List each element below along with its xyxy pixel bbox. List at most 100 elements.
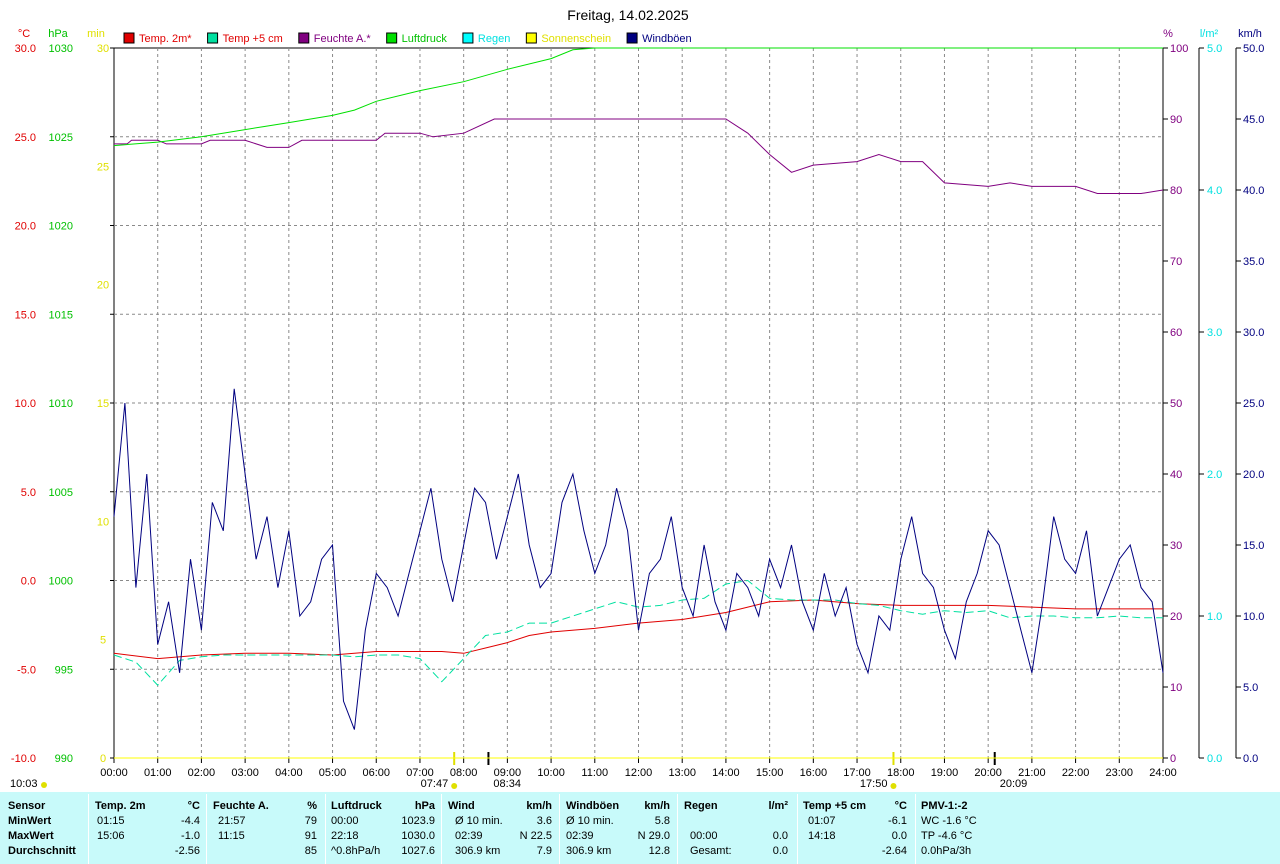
timestamp-label: 10:03 xyxy=(10,778,38,790)
chart-legend: Temp. 2m* Temp +5 cm Feuchte A.* Luftdruck R… xyxy=(123,32,692,45)
temp5cm-time: 01:07 xyxy=(808,815,836,827)
x-tick-label: 05:00 xyxy=(319,767,347,779)
x-tick-label: 18:00 xyxy=(887,767,915,779)
pressure-tick-label: 995 xyxy=(55,664,73,676)
sun-unit-label: min xyxy=(87,28,105,40)
pmv-header: PMV-1:-2 xyxy=(921,800,968,812)
humidity-tick-label: 40 xyxy=(1170,469,1182,481)
table-separator xyxy=(677,794,678,864)
humidity-tick-label: 0 xyxy=(1170,753,1176,765)
wind-tick-label: 30.0 xyxy=(1243,327,1264,339)
chart-grid xyxy=(113,47,1164,759)
sun-tick-label: 10 xyxy=(97,516,109,528)
legend-label: Temp. 2m* xyxy=(139,33,192,45)
pressure-tick-label: 990 xyxy=(55,753,73,765)
gusts-time: Ø 10 min. xyxy=(566,815,614,827)
pmv-value: 0.0hPa/3h xyxy=(921,845,972,857)
wind-tick-label: 40.0 xyxy=(1243,185,1264,197)
pressure-tick-label: 1000 xyxy=(49,576,73,588)
legend-label: Regen xyxy=(478,33,510,45)
x-tick-label: 15:00 xyxy=(756,767,784,779)
x-tick-label: 02:00 xyxy=(188,767,216,779)
legend-label: Temp +5 cm xyxy=(223,33,283,45)
sun-tick-label: 25 xyxy=(97,161,109,173)
humidity-value: 85 xyxy=(304,845,317,857)
table-separator xyxy=(325,794,326,864)
pressure-unit-label: hPa xyxy=(48,28,68,40)
wind-tick-label: 5.0 xyxy=(1243,682,1258,694)
temp-tick-label: 0.0 xyxy=(21,576,36,588)
sun-tick-label: 30 xyxy=(97,43,109,55)
sun-dot xyxy=(451,783,458,789)
x-tick-label: 11:00 xyxy=(581,767,608,779)
humidity-tick-label: 30 xyxy=(1170,540,1182,552)
x-tick-label: 20:00 xyxy=(974,767,1002,779)
pressure-tick-label: 1020 xyxy=(49,221,73,233)
sun-tick-label: 0 xyxy=(100,753,106,765)
wind-tick-label: 45.0 xyxy=(1243,114,1264,126)
legend-swatch xyxy=(207,32,219,44)
pressure-tick-label: 1030 xyxy=(49,43,73,55)
sun-dot xyxy=(890,783,897,789)
legend-swatch xyxy=(626,32,638,44)
x-tick-label: 23:00 xyxy=(1106,767,1134,779)
x-tick-label: 19:00 xyxy=(931,767,959,779)
humidity-tick-label: 50 xyxy=(1170,398,1182,410)
temp5cm-time: 14:18 xyxy=(808,830,836,842)
gusts-value: 12.8 xyxy=(648,845,670,857)
temp-tick-label: 10.0 xyxy=(15,398,36,410)
x-tick-label: 10:00 xyxy=(537,767,565,779)
temp2m-value: -2.56 xyxy=(174,845,200,857)
wind-tick-label: 15.0 xyxy=(1243,540,1264,552)
x-tick-label: 03:00 xyxy=(231,767,259,779)
rain-unit: l/m² xyxy=(768,800,788,812)
temp5cm-value: -6.1 xyxy=(888,815,907,827)
sun-tick-label: 20 xyxy=(97,280,109,292)
rain-value: 0.0 xyxy=(772,830,788,842)
wind-tick-label: 35.0 xyxy=(1243,256,1264,268)
rain-tick-label: 5.0 xyxy=(1207,43,1222,55)
x-tick-label: 12:00 xyxy=(625,767,653,779)
humidity-tick-label: 10 xyxy=(1170,682,1182,694)
pressure-header: Luftdruck xyxy=(331,800,382,812)
legend-swatch xyxy=(525,32,537,44)
humidity-value: 91 xyxy=(304,830,317,842)
gusts-time: 306.9 km xyxy=(566,845,612,857)
legend-label: Windböen xyxy=(642,33,692,45)
wind-unit-label: km/h xyxy=(1238,28,1262,40)
rain-header: Regen xyxy=(684,800,718,812)
table-separator xyxy=(441,794,442,864)
gusts-value: N 29.0 xyxy=(637,830,670,842)
legend-label: Luftdruck xyxy=(402,33,448,45)
table-separator xyxy=(915,794,916,864)
temp5cm-value: 0.0 xyxy=(891,830,907,842)
table-separator xyxy=(797,794,798,864)
rain-time: Gesamt: xyxy=(690,845,732,857)
row-label-avg: Durchschnitt xyxy=(8,845,76,857)
legend-swatch xyxy=(386,32,398,44)
x-tick-label: 14:00 xyxy=(712,767,740,779)
humidity-tick-label: 80 xyxy=(1170,185,1182,197)
pressure-tick-label: 1005 xyxy=(49,487,73,499)
x-tick-label: 00:00 xyxy=(100,767,128,779)
temp2m-time: 15:06 xyxy=(97,830,125,842)
gusts-value: 5.8 xyxy=(654,815,670,827)
pressure-value: 1030.0 xyxy=(401,830,435,842)
pressure-tick-label: 1010 xyxy=(49,398,73,410)
humidity-tick-label: 90 xyxy=(1170,114,1182,126)
x-tick-label: 06:00 xyxy=(362,767,390,779)
pmv-value: TP -4.6 °C xyxy=(921,830,973,842)
pressure-value: 1027.6 xyxy=(401,845,435,857)
pressure-tick-label: 1025 xyxy=(49,132,73,144)
legend-swatch xyxy=(298,32,310,44)
humidity-tick-label: 100 xyxy=(1170,43,1188,55)
row-label-min: MinWert xyxy=(8,815,52,827)
x-tick-label: 04:00 xyxy=(275,767,303,779)
temp-tick-label: 25.0 xyxy=(15,132,36,144)
humidity-time: 21:57 xyxy=(218,815,246,827)
table-separator xyxy=(559,794,560,864)
wind-value: N 22.5 xyxy=(519,830,552,842)
rain-unit-label: l/m² xyxy=(1200,28,1219,40)
pressure-tick-label: 1015 xyxy=(49,309,73,321)
x-tick-label: 01:00 xyxy=(144,767,172,779)
